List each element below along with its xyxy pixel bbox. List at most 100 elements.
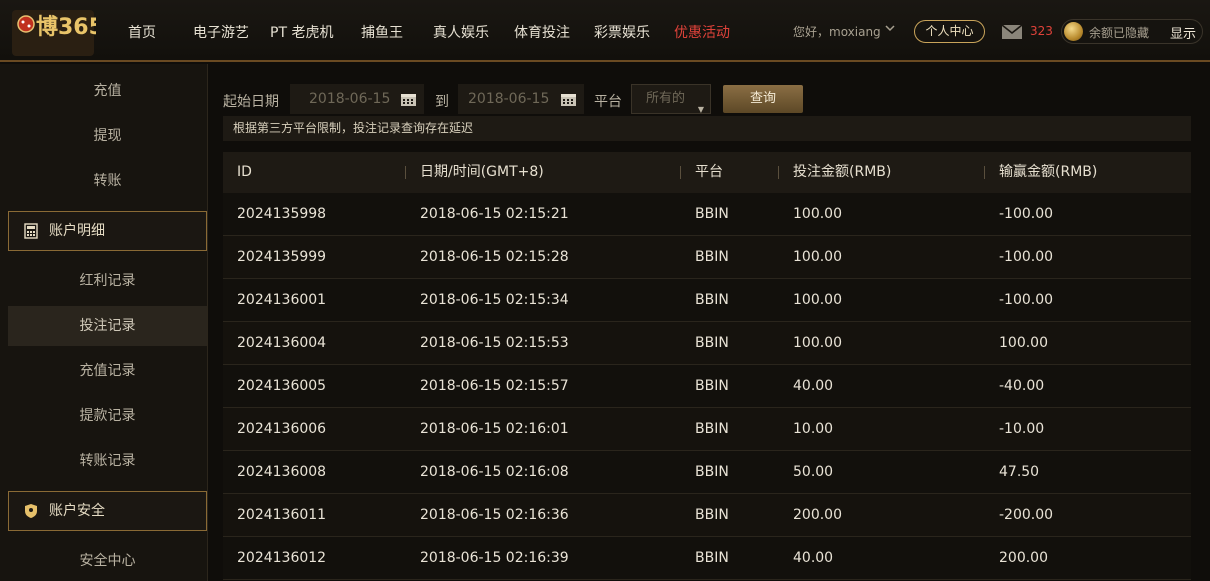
coin-icon xyxy=(1064,22,1083,41)
table-row: 2024136005 2018-06-15 02:15:57 BBIN 40.0… xyxy=(223,365,1191,408)
nav-fishing[interactable]: 捕鱼王 xyxy=(361,22,403,42)
site-logo[interactable]: 博365 xyxy=(10,4,96,60)
sidebar-item-withdraw[interactable]: 提现 xyxy=(8,116,207,156)
cell-id: 2024136004 xyxy=(237,335,327,351)
cell-bet-amount: 100.00 xyxy=(793,249,842,265)
nav-pt-slots[interactable]: PT 老虎机 xyxy=(270,22,333,42)
mail-count-badge[interactable]: 323 xyxy=(1030,24,1053,38)
cell-datetime: 2018-06-15 02:16:39 xyxy=(420,550,569,566)
sidebar-group-label: 账户明细 xyxy=(49,223,105,239)
cell-id: 2024135998 xyxy=(237,206,327,222)
cell-datetime: 2018-06-15 02:15:34 xyxy=(420,292,569,308)
balance-text: 余额已隐藏 xyxy=(1089,26,1150,40)
personal-center-button[interactable]: 个人中心 xyxy=(914,20,985,43)
sidebar-item-bet-records[interactable]: 投注记录 xyxy=(8,306,207,346)
column-header-platform: 平台 xyxy=(695,164,723,180)
platform-label: 平台 xyxy=(594,94,622,110)
sidebar-item-bonus-records[interactable]: 红利记录 xyxy=(8,261,207,301)
cell-win-loss: -100.00 xyxy=(999,292,1054,308)
cell-bet-amount: 40.00 xyxy=(793,378,834,394)
table-row: 2024136012 2018-06-15 02:16:39 BBIN 40.0… xyxy=(223,537,1191,580)
sidebar-item-transfer-records[interactable]: 转账记录 xyxy=(8,441,207,481)
cell-platform: BBIN xyxy=(695,464,729,480)
start-date-field[interactable] xyxy=(290,84,424,114)
cell-win-loss: -100.00 xyxy=(999,206,1054,222)
table-row: 2024136008 2018-06-15 02:16:08 BBIN 50.0… xyxy=(223,451,1191,494)
cell-id: 2024136001 xyxy=(237,292,327,308)
cell-platform: BBIN xyxy=(695,206,729,222)
nav-sports[interactable]: 体育投注 xyxy=(514,22,570,42)
cell-bet-amount: 40.00 xyxy=(793,550,834,566)
cell-bet-amount: 100.00 xyxy=(793,206,842,222)
column-header-win-loss: 输赢金额(RMB) xyxy=(999,164,1098,180)
cell-platform: BBIN xyxy=(695,378,729,394)
cell-win-loss: -10.00 xyxy=(999,421,1045,437)
table-row: 2024136004 2018-06-15 02:15:53 BBIN 100.… xyxy=(223,322,1191,365)
calendar-icon[interactable] xyxy=(400,92,417,107)
cell-datetime: 2018-06-15 02:15:53 xyxy=(420,335,569,351)
sidebar-group-label: 账户安全 xyxy=(49,503,105,519)
bet-records-table: ID 日期/时间(GMT+8) 平台 投注金额(RMB) 输赢金额(RMB) 2… xyxy=(223,152,1191,580)
cell-id: 2024136006 xyxy=(237,421,327,437)
mail-icon[interactable] xyxy=(1001,24,1023,40)
table-body: 2024135998 2018-06-15 02:15:21 BBIN 100.… xyxy=(223,193,1191,580)
platform-select-value: 所有的 xyxy=(646,91,686,106)
user-greeting[interactable]: 您好，moxiang xyxy=(793,23,881,40)
to-label: 到 xyxy=(435,94,449,110)
shield-icon xyxy=(25,504,37,518)
table-row: 2024136011 2018-06-15 02:16:36 BBIN 200.… xyxy=(223,494,1191,537)
sidebar-item-deposit-records[interactable]: 充值记录 xyxy=(8,351,207,391)
table-row: 2024136006 2018-06-15 02:16:01 BBIN 10.0… xyxy=(223,408,1191,451)
column-divider xyxy=(680,166,681,179)
cell-win-loss: -100.00 xyxy=(999,249,1054,265)
cell-datetime: 2018-06-15 02:16:08 xyxy=(420,464,569,480)
top-header: 博365 首页 电子游艺 PT 老虎机 捕鱼王 真人娱乐 体育投注 彩票娱乐 优… xyxy=(0,0,1210,62)
column-header-id: ID xyxy=(237,164,252,180)
nav-live-casino[interactable]: 真人娱乐 xyxy=(433,22,489,42)
nav-home[interactable]: 首页 xyxy=(128,22,156,42)
nav-promotions[interactable]: 优惠活动 xyxy=(674,22,730,42)
query-button[interactable]: 查询 xyxy=(723,85,803,113)
sidebar-item-withdraw-records[interactable]: 提款记录 xyxy=(8,396,207,436)
cell-id: 2024136012 xyxy=(237,550,327,566)
column-divider xyxy=(984,166,985,179)
cell-win-loss: -200.00 xyxy=(999,507,1054,523)
column-divider xyxy=(778,166,779,179)
cell-platform: BBIN xyxy=(695,421,729,437)
sidebar-group-account-details[interactable]: 账户明细 xyxy=(8,211,207,251)
cell-platform: BBIN xyxy=(695,249,729,265)
end-date-field[interactable] xyxy=(458,84,584,114)
cell-id: 2024136011 xyxy=(237,507,327,523)
cell-datetime: 2018-06-15 02:15:21 xyxy=(420,206,569,222)
chevron-down-icon[interactable] xyxy=(884,22,896,34)
platform-select[interactable]: 所有的 ▼ xyxy=(631,84,711,114)
cell-bet-amount: 200.00 xyxy=(793,507,842,523)
cell-id: 2024135999 xyxy=(237,249,327,265)
column-divider xyxy=(405,166,406,179)
cell-datetime: 2018-06-15 02:15:57 xyxy=(420,378,569,394)
notice-bar: 根据第三方平台限制，投注记录查询存在延迟 xyxy=(223,116,1191,141)
cell-platform: BBIN xyxy=(695,550,729,566)
cell-bet-amount: 100.00 xyxy=(793,335,842,351)
table-row: 2024135998 2018-06-15 02:15:21 BBIN 100.… xyxy=(223,193,1191,236)
sidebar-item-security-center[interactable]: 安全中心 xyxy=(8,541,207,581)
cell-platform: BBIN xyxy=(695,292,729,308)
sidebar-group-account-security[interactable]: 账户安全 xyxy=(8,491,207,531)
cell-bet-amount: 10.00 xyxy=(793,421,834,437)
main-content: 起始日期 到 平台 所有的 ▼ 查询 根据第三方平台限制，投注记录查询存在延迟 … xyxy=(209,64,1210,581)
cell-bet-amount: 100.00 xyxy=(793,292,842,308)
sidebar-item-deposit[interactable]: 充值 xyxy=(8,71,207,111)
sidebar-item-transfer[interactable]: 转账 xyxy=(8,161,207,201)
cell-win-loss: 100.00 xyxy=(999,335,1048,351)
cell-win-loss: -40.00 xyxy=(999,378,1045,394)
cell-win-loss: 200.00 xyxy=(999,550,1048,566)
cell-id: 2024136008 xyxy=(237,464,327,480)
start-date-label: 起始日期 xyxy=(223,94,279,110)
cell-platform: BBIN xyxy=(695,335,729,351)
table-header: ID 日期/时间(GMT+8) 平台 投注金额(RMB) 输赢金额(RMB) xyxy=(223,152,1191,193)
cell-datetime: 2018-06-15 02:15:28 xyxy=(420,249,569,265)
calendar-icon[interactable] xyxy=(560,92,577,107)
show-balance-button[interactable]: 显示 xyxy=(1170,23,1196,42)
nav-slots[interactable]: 电子游艺 xyxy=(193,22,249,42)
nav-lottery[interactable]: 彩票娱乐 xyxy=(594,22,650,42)
